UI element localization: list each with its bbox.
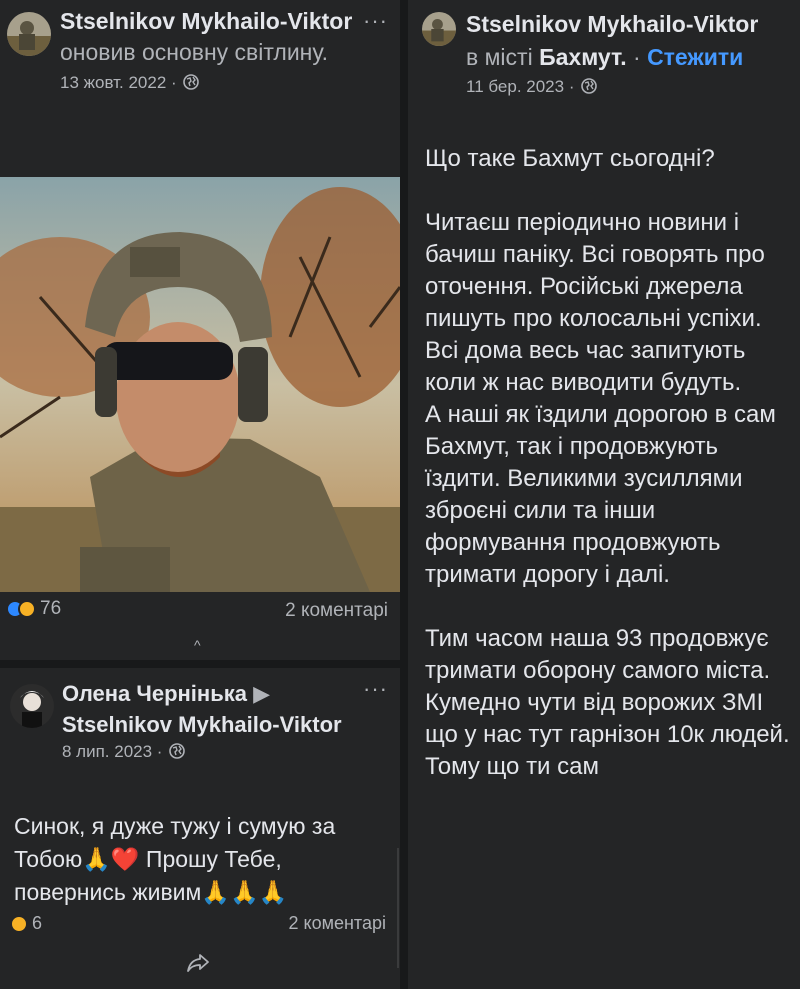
paragraph: А наші як їздили дорогою в сам Бахмут, т… — [425, 401, 776, 588]
commenter-avatar[interactable] — [10, 684, 54, 728]
timestamp-text[interactable]: 13 жовт. 2022 · — [60, 73, 177, 92]
paragraph: Що таке Бахмут сьогодні? — [425, 145, 715, 172]
timestamp-text[interactable]: 8 лип. 2023 · — [62, 742, 162, 761]
location-post: Stselnikov Mykhailo-Viktor в місті Бахму… — [408, 0, 800, 989]
profile-photo-post: Stselnikov Mykhailo-Viktor оновив основн… — [0, 0, 400, 660]
globe-icon — [183, 74, 200, 90]
post-timestamp[interactable]: 11 бер. 2023 · — [466, 77, 766, 97]
target-profile-name[interactable]: Stselnikov Mykhailo-Viktor — [62, 709, 362, 740]
reactions-count: 76 — [40, 598, 62, 619]
care-reaction-icon — [10, 914, 28, 933]
globe-icon — [169, 743, 185, 759]
author-avatar[interactable] — [422, 12, 456, 46]
post-text: Що таке Бахмут сьогодні? Читаєш періодич… — [425, 143, 795, 783]
reactions-summary[interactable]: 6 — [10, 913, 42, 934]
commenter-header: Олена Чернінька ▶ — [62, 678, 362, 709]
more-options-button[interactable]: ··· — [363, 8, 388, 34]
paragraph: Читаєш періодично новини і бачиш паніку.… — [425, 209, 765, 396]
commenter-name[interactable]: Олена Чернінька — [62, 681, 247, 706]
author-name[interactable]: Stselnikov Mykhailo-Viktor — [60, 6, 360, 36]
author-line: Stselnikov Mykhailo-Viktor в місті Бахму… — [466, 8, 766, 74]
post-text: Синок, я дуже тужу і сумую за Тобою🙏❤️ П… — [14, 813, 336, 905]
author-name[interactable]: Stselnikov Mykhailo-Viktor — [466, 11, 758, 37]
comments-count-link[interactable]: 2 коментарі — [285, 600, 388, 622]
paragraph: Тим часом наша 93 продовжує тримати обор… — [425, 625, 790, 780]
location-link[interactable]: Бахмут. — [539, 44, 627, 70]
soldier-photo[interactable] — [0, 177, 400, 592]
wall-post: Олена Чернінька ▶ Stselnikov Mykhailo-Vi… — [0, 668, 400, 989]
collapse-caret-icon[interactable]: ^ — [194, 637, 201, 653]
location-prefix: в місті — [466, 44, 533, 70]
post-timestamp[interactable]: 8 лип. 2023 · — [62, 742, 362, 762]
follow-button[interactable]: Стежити — [647, 44, 743, 70]
post-action-text: оновив основну світлину. — [60, 39, 328, 65]
author-avatar[interactable] — [7, 12, 51, 56]
more-options-button[interactable]: ··· — [363, 676, 388, 702]
reactions-count: 6 — [32, 913, 43, 933]
care-reaction-icon — [18, 600, 36, 618]
separator: · — [633, 44, 641, 70]
divider — [397, 848, 399, 968]
arrow-icon: ▶ — [253, 681, 271, 706]
share-icon[interactable] — [186, 953, 210, 973]
timestamp-text[interactable]: 11 бер. 2023 · — [466, 77, 574, 96]
comments-count-link[interactable]: 2 коментарі — [289, 913, 387, 934]
globe-icon — [581, 78, 598, 94]
reactions-summary[interactable]: 76 — [6, 598, 61, 620]
post-timestamp[interactable]: 13 жовт. 2022 · — [60, 73, 360, 93]
